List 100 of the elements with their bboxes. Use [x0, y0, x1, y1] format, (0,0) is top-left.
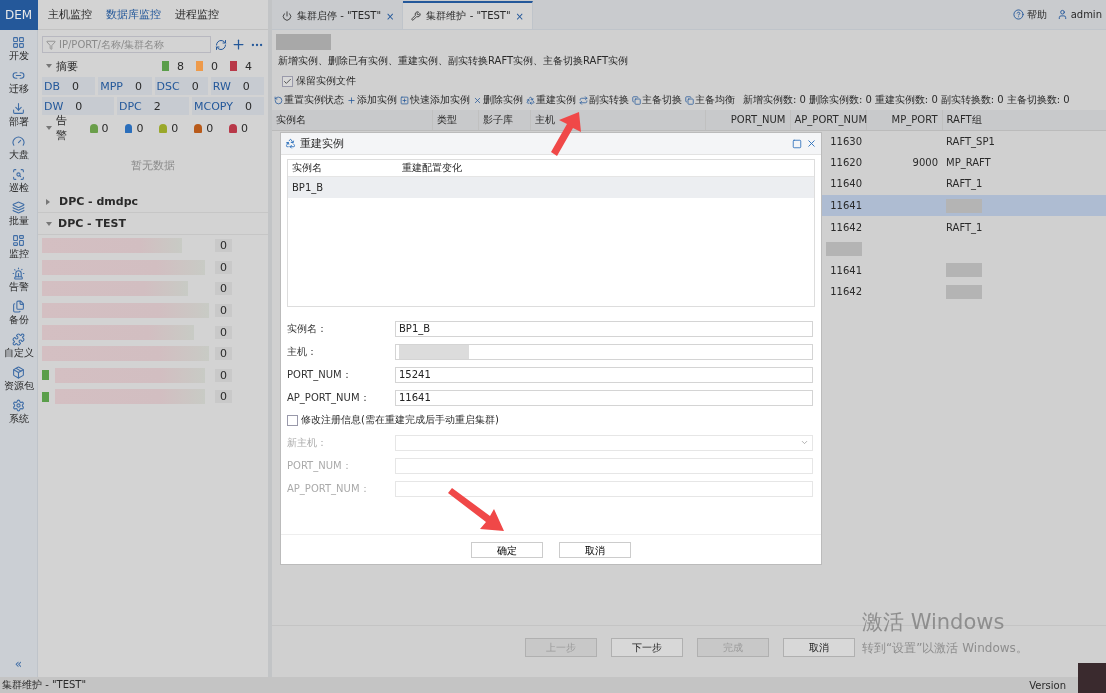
modify-checkbox[interactable]: 修改注册信息(需在重建完成后手动重启集群)	[281, 409, 821, 431]
input-field[interactable]: 11641	[395, 389, 813, 406]
check-icon	[283, 76, 292, 86]
download-icon	[12, 102, 25, 115]
group-title[interactable]: DPC - dmdpc	[59, 195, 139, 208]
column-header[interactable]: AP_PORT_NUM	[790, 110, 866, 130]
column-header: 实例名	[292, 161, 323, 175]
dialog-title: 重建实例	[300, 136, 344, 151]
gauge-icon	[12, 135, 25, 148]
nav-item[interactable]: 自定义	[3, 333, 34, 360]
toolbar-button[interactable]: 重建实例	[526, 93, 576, 107]
nav-item[interactable]: 告警	[8, 267, 29, 294]
table-cell[interactable]: 9000	[866, 151, 942, 174]
type-count[interactable]: RW 0	[210, 77, 264, 95]
grid-row[interactable]: BP1_B	[288, 177, 814, 198]
keep-files-checkbox[interactable]: 保留实例文件	[272, 72, 1106, 90]
toolbar-button[interactable]: 副实转换	[579, 93, 629, 107]
alarm-count: 0	[241, 121, 248, 135]
nav-item[interactable]: 大盘	[8, 135, 29, 162]
nav-item[interactable]: 巡检	[8, 168, 29, 195]
field-label: PORT_NUM：	[287, 458, 353, 473]
caret-icon	[800, 438, 809, 447]
nav-item[interactable]: 迁移	[8, 69, 29, 96]
layers-icon	[12, 201, 25, 214]
column-header[interactable]: PORT_NUM	[705, 110, 790, 130]
type-count[interactable]: MPP 0	[98, 77, 152, 95]
toolbar-button[interactable]: 主备切换	[632, 93, 682, 107]
page-tab[interactable]: 集群维护 - "TEST" ×	[403, 1, 533, 29]
collapse-button[interactable]: «	[14, 657, 23, 671]
recycle-icon	[285, 138, 296, 149]
field-label: PORT_NUM：	[287, 367, 353, 382]
nav-item[interactable]: 备份	[8, 300, 29, 327]
section-title: 告警	[56, 113, 68, 143]
stat-text: 主备切换数: 0	[1006, 93, 1070, 107]
dialog-button[interactable]: 取消	[559, 541, 631, 558]
field-label: AP_PORT_NUM：	[287, 481, 371, 496]
input-field[interactable]	[395, 343, 813, 360]
table-cell[interactable]: RAFT_1	[942, 216, 1106, 238]
toolbar-button[interactable]: 添加实例	[347, 93, 397, 107]
table-cell[interactable]: RAFT_SP1	[942, 130, 1106, 152]
type-count[interactable]: DW 0	[42, 97, 114, 115]
nav-item[interactable]: 系统	[8, 399, 29, 426]
column-header: 重建配置变化	[402, 161, 463, 175]
table-cell[interactable]: RAFT_1	[942, 173, 1106, 195]
help-link[interactable]: 帮助	[1012, 7, 1047, 22]
group-title[interactable]: DPC - TEST	[58, 217, 126, 230]
alarm-count: 0	[101, 121, 109, 135]
plus-icon	[347, 95, 356, 105]
field-label: 实例名：	[287, 321, 328, 336]
alarm-count: 0	[171, 121, 179, 135]
type-count[interactable]: DB 0	[42, 77, 96, 95]
column-header[interactable]: 影子库	[478, 110, 530, 130]
status-icon	[42, 370, 49, 381]
input-field[interactable]: BP1_B	[395, 320, 813, 337]
type-count[interactable]: DSC 0	[154, 77, 208, 95]
column-header[interactable]: 主机	[530, 110, 705, 130]
copy-icon	[685, 95, 694, 105]
dialog-button[interactable]: 确定	[471, 541, 543, 558]
type-count[interactable]: MCOPY 0	[192, 97, 264, 115]
filter-icon	[46, 39, 56, 50]
empty-text: 暂无数据	[130, 157, 176, 174]
maximize-icon[interactable]	[792, 138, 802, 149]
column-header[interactable]: 实例名	[272, 110, 432, 130]
panel-tab[interactable]: 进程监控	[175, 7, 219, 22]
wizard-button[interactable]: 下一步	[611, 638, 683, 657]
column-header[interactable]: 类型	[432, 110, 478, 130]
refresh-icon[interactable]	[215, 38, 227, 51]
status-count: 0	[211, 59, 218, 73]
instance-count: 0	[215, 282, 232, 296]
toolbar-button[interactable]: 快速添加实例	[400, 93, 470, 107]
nav-item[interactable]: 监控	[8, 234, 29, 261]
user-menu[interactable]: admin	[1056, 7, 1102, 22]
copy-icon	[632, 95, 641, 105]
nav-item[interactable]: 开发	[8, 36, 29, 63]
toolbar-button[interactable]: 重置实例状态	[274, 93, 344, 107]
input-field[interactable]: 15241	[395, 366, 813, 383]
plus-square-icon	[400, 95, 409, 105]
alarm-count: 0	[136, 121, 144, 135]
nav-item[interactable]: 部署	[8, 102, 29, 129]
instance-count: 0	[215, 239, 232, 253]
close-icon[interactable]	[806, 138, 817, 149]
panel-tab[interactable]: 主机监控	[48, 7, 92, 22]
nav-item[interactable]: 资源包	[3, 366, 34, 393]
column-header[interactable]: RAFT组	[942, 110, 1106, 130]
version-text: Version	[1029, 679, 1066, 691]
panel-tab[interactable]: 数据库监控	[106, 7, 161, 22]
nav-item[interactable]: 批量	[8, 201, 29, 228]
close-icon[interactable]: ×	[515, 10, 524, 22]
status-count: 8	[177, 59, 184, 73]
close-icon[interactable]: ×	[386, 10, 395, 22]
type-count[interactable]: DPC 2	[117, 97, 189, 115]
stat-text: 删除实例数: 0	[808, 93, 872, 107]
column-header[interactable]: MP_PORT	[866, 110, 942, 130]
instance-count: 0	[215, 260, 232, 274]
table-cell[interactable]: MP_RAFT	[942, 151, 1106, 174]
add-icon[interactable]	[231, 37, 246, 52]
wizard-button[interactable]: 取消	[783, 638, 855, 657]
repeat-icon	[579, 95, 588, 105]
toolbar-button[interactable]: 删除实例	[473, 93, 523, 107]
toolbar-button[interactable]: 主备均衡	[685, 93, 735, 107]
